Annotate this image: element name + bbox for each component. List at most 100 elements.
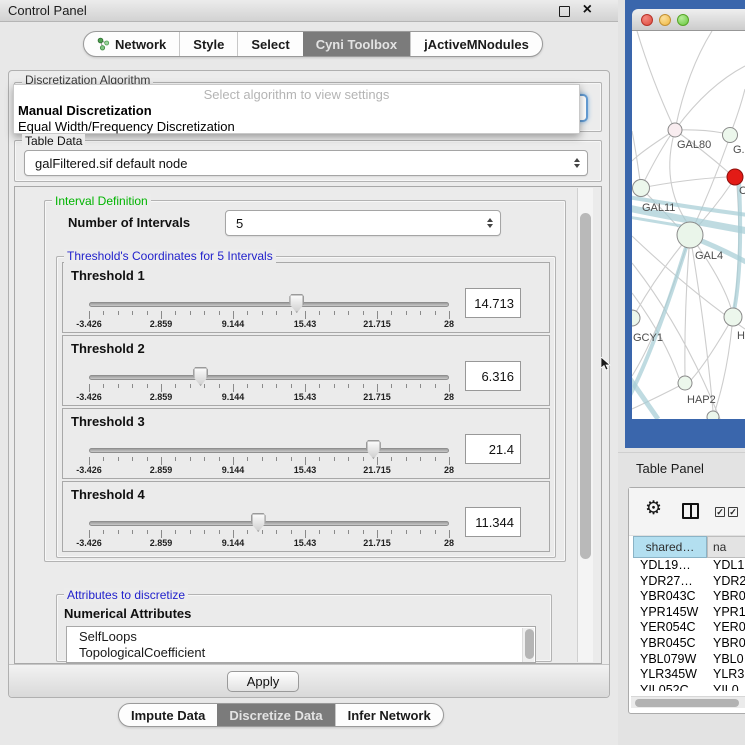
cell-shared-name[interactable]: YER054C bbox=[633, 620, 707, 636]
cell-name[interactable]: YLR3 bbox=[707, 667, 745, 683]
attributes-list[interactable]: SelfLoopsTopologicalCoefficientBetweenne… bbox=[66, 626, 536, 663]
network-edge[interactable] bbox=[675, 130, 728, 172]
table-row[interactable]: YBR043CYBR0 bbox=[633, 589, 745, 605]
cell-shared-name[interactable]: YLR345W bbox=[633, 667, 707, 683]
network-thick-edge[interactable] bbox=[733, 181, 740, 315]
tab-select[interactable]: Select bbox=[237, 32, 302, 56]
tab-network[interactable]: Network bbox=[84, 32, 179, 56]
tab-impute-data[interactable]: Impute Data bbox=[119, 704, 217, 726]
horizontal-scrollbar[interactable] bbox=[631, 696, 745, 708]
threshold-value-input[interactable] bbox=[465, 288, 521, 318]
network-node-label: GAL80 bbox=[677, 139, 711, 151]
threshold-slider-track[interactable] bbox=[89, 375, 449, 380]
tab-label: Infer Network bbox=[348, 708, 431, 723]
network-node-n9[interactable] bbox=[707, 411, 719, 419]
cell-name[interactable]: YIL0 bbox=[707, 683, 745, 691]
cell-name[interactable]: YPR1 bbox=[707, 605, 745, 621]
tab-infer-network[interactable]: Infer Network bbox=[335, 704, 443, 726]
table-row[interactable]: YIL052CYIL0 bbox=[633, 683, 745, 691]
table-data-combobox[interactable]: galFiltered.sif default node bbox=[24, 150, 588, 176]
vertical-scrollbar[interactable] bbox=[577, 188, 593, 662]
cell-name[interactable]: YDL1 bbox=[707, 558, 745, 574]
dropdown-prompt-item[interactable]: Select algorithm to view settings bbox=[14, 85, 579, 102]
column-header[interactable]: shared… bbox=[633, 536, 707, 558]
network-node-label: HAP2 bbox=[687, 394, 716, 406]
network-node-gcy1[interactable] bbox=[632, 310, 640, 326]
threshold-value-input[interactable] bbox=[465, 507, 521, 537]
network-edge[interactable] bbox=[685, 235, 690, 376]
tab-cyni-toolbox[interactable]: Cyni Toolbox bbox=[303, 32, 410, 56]
checkbox-icon[interactable]: ✓ bbox=[715, 507, 725, 517]
cell-name[interactable]: YDR2 bbox=[707, 574, 745, 590]
network-canvas[interactable]: GAL80G.CGAL11GAL4GCY1HHAP2 bbox=[632, 31, 745, 419]
network-view-window[interactable]: GAL80G.CGAL11GAL4GCY1HHAP2 bbox=[625, 0, 745, 448]
tick-label: 9.144 bbox=[222, 465, 245, 475]
cell-shared-name[interactable]: YIL052C bbox=[633, 683, 707, 691]
attributes-list-scrollbar[interactable] bbox=[522, 628, 534, 662]
table-row[interactable]: YDL19…YDL1 bbox=[633, 558, 745, 574]
network-edge[interactable] bbox=[632, 130, 675, 161]
table-row[interactable]: YBR045CYBR0 bbox=[633, 636, 745, 652]
network-node-sel[interactable] bbox=[727, 169, 743, 185]
cell-shared-name[interactable]: YBL079W bbox=[633, 652, 707, 668]
close-panel-button[interactable]: × bbox=[583, 1, 592, 19]
network-edge[interactable] bbox=[675, 66, 745, 130]
num-intervals-combobox[interactable]: 5 bbox=[225, 210, 501, 236]
cell-name[interactable]: YBR0 bbox=[707, 589, 745, 605]
zoom-window-icon[interactable] bbox=[677, 14, 689, 26]
cell-shared-name[interactable]: YPR145W bbox=[633, 605, 707, 621]
network-node-hap2[interactable] bbox=[678, 376, 692, 390]
network-edge[interactable] bbox=[675, 31, 712, 130]
table-row[interactable]: YDR27…YDR2 bbox=[633, 574, 745, 590]
cell-shared-name[interactable]: YBR045C bbox=[633, 636, 707, 652]
network-edge[interactable] bbox=[637, 31, 675, 130]
network-node-gal80[interactable] bbox=[668, 123, 682, 137]
cell-shared-name[interactable]: YBR043C bbox=[633, 589, 707, 605]
network-node-gal4[interactable] bbox=[677, 222, 703, 248]
threshold-slider-track[interactable] bbox=[89, 302, 449, 307]
float-window-button[interactable] bbox=[559, 6, 570, 17]
cell-name[interactable]: YBR0 bbox=[707, 636, 745, 652]
mouse-cursor bbox=[601, 357, 611, 371]
cell-name[interactable]: YBL0 bbox=[707, 652, 745, 668]
network-edge[interactable] bbox=[636, 235, 690, 312]
table-row[interactable]: YBL079WYBL0 bbox=[633, 652, 745, 668]
threshold-slider-track[interactable] bbox=[89, 448, 449, 453]
column-header[interactable]: na bbox=[707, 536, 745, 558]
threshold-value-input[interactable] bbox=[465, 434, 521, 464]
network-node-h[interactable] bbox=[724, 308, 742, 326]
cell-shared-name[interactable]: YDL19… bbox=[633, 558, 707, 574]
attribute-item[interactable]: SelfLoops bbox=[79, 629, 535, 645]
slider-tick-labels: -3.4262.8599.14415.4321.71528 bbox=[89, 392, 449, 403]
table-row[interactable]: YLR345WYLR3 bbox=[633, 667, 745, 683]
network-edge[interactable] bbox=[691, 317, 733, 380]
network-edge[interactable] bbox=[713, 326, 732, 417]
network-node-gal11[interactable] bbox=[633, 180, 650, 197]
slider-tick-labels: -3.4262.8599.14415.4321.71528 bbox=[89, 319, 449, 330]
tick-label: 15.43 bbox=[294, 465, 317, 475]
checkbox-icon[interactable]: ✓ bbox=[728, 507, 738, 517]
threshold-value-input[interactable] bbox=[465, 361, 521, 391]
tab-style[interactable]: Style bbox=[179, 32, 237, 56]
dropdown-option-equal-width[interactable]: Equal Width/Frequency Discretization bbox=[14, 118, 579, 134]
vertical-scrollbar-thumb[interactable] bbox=[580, 213, 591, 559]
gear-icon[interactable]: ⚙ bbox=[645, 499, 662, 518]
apply-button[interactable]: Apply bbox=[227, 671, 299, 692]
network-node-g[interactable] bbox=[723, 128, 738, 143]
tab-label: Impute Data bbox=[131, 708, 205, 723]
tab-jactivemnodules[interactable]: jActiveMNodules bbox=[410, 32, 542, 56]
table-row[interactable]: YPR145WYPR1 bbox=[633, 605, 745, 621]
attribute-item[interactable]: TopologicalCoefficient bbox=[79, 645, 535, 661]
table-row[interactable]: YER054CYER0 bbox=[633, 620, 745, 636]
minimize-window-icon[interactable] bbox=[659, 14, 671, 26]
cell-name[interactable]: YER0 bbox=[707, 620, 745, 636]
dropdown-option-manual[interactable]: Manual Discretization bbox=[14, 102, 579, 118]
threshold-slider-track[interactable] bbox=[89, 521, 449, 526]
columns-icon[interactable] bbox=[682, 503, 699, 519]
attribute-item[interactable]: BetweennessCentrality bbox=[79, 661, 535, 663]
attributes-scrollbar-thumb[interactable] bbox=[525, 629, 534, 659]
cell-shared-name[interactable]: YDR27… bbox=[633, 574, 707, 590]
tab-discretize-data[interactable]: Discretize Data bbox=[217, 704, 334, 726]
horizontal-scrollbar-thumb[interactable] bbox=[635, 699, 739, 707]
close-window-icon[interactable] bbox=[641, 14, 653, 26]
